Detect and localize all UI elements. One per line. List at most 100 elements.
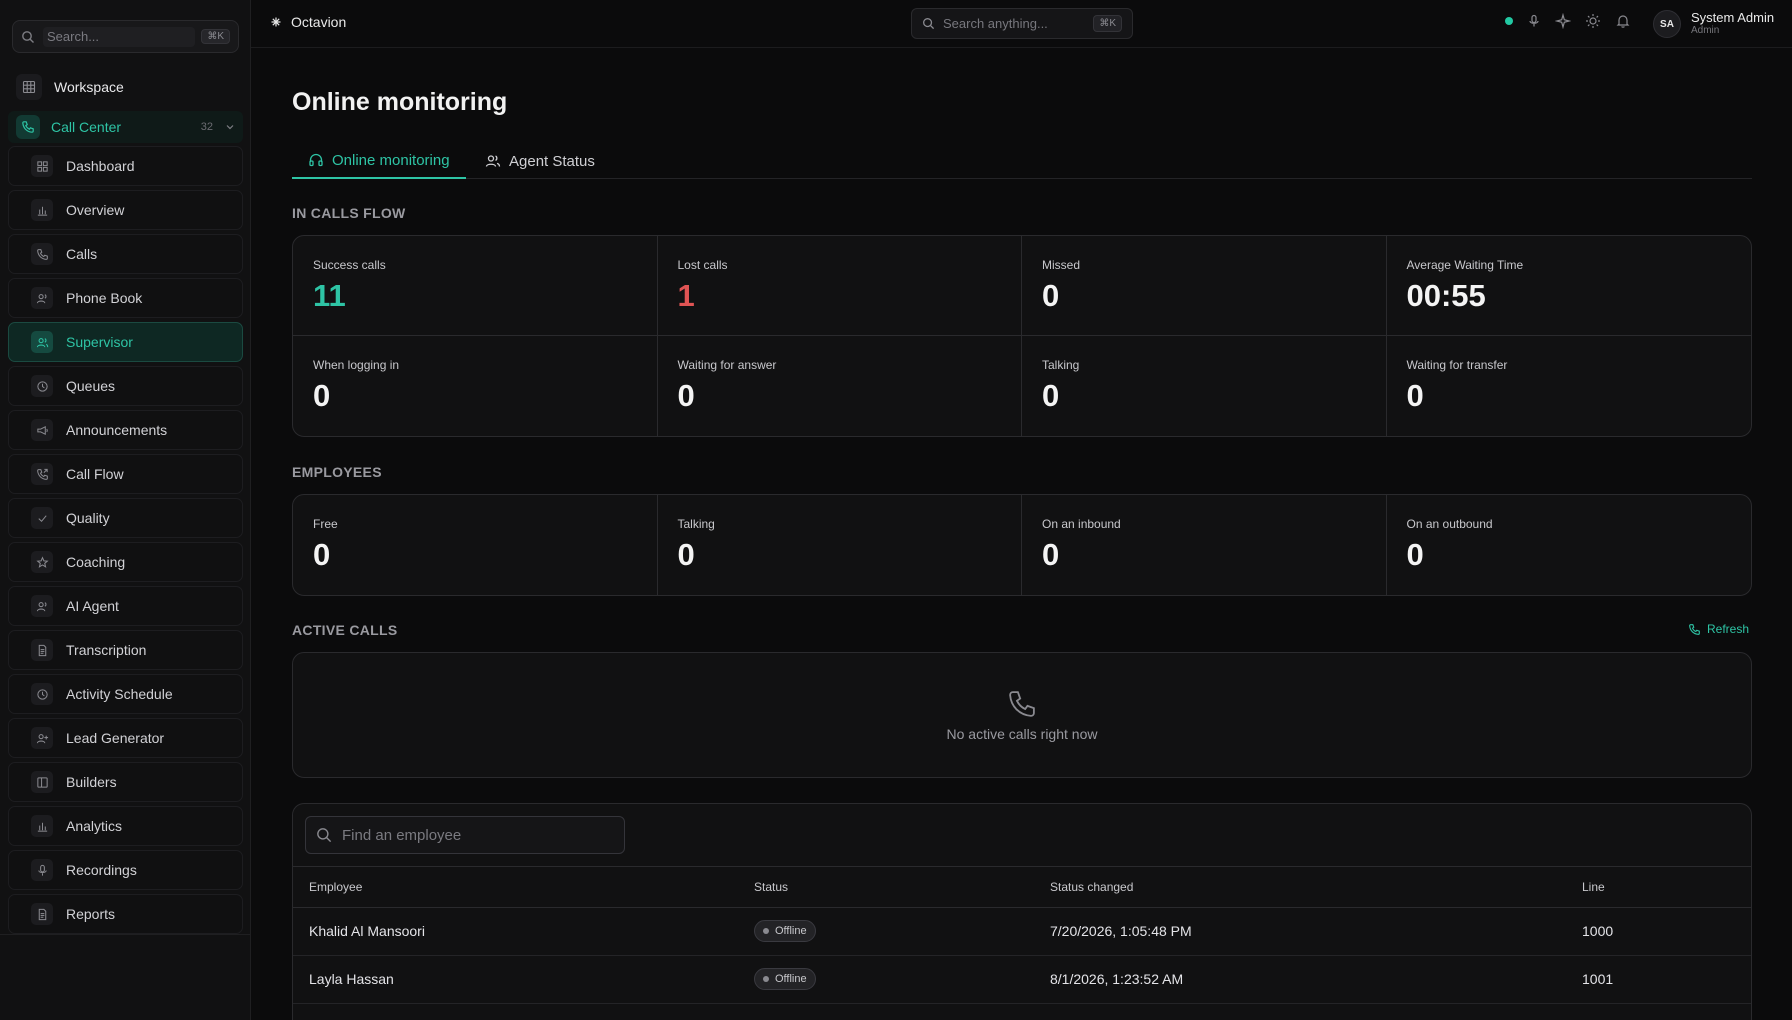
sidebar-item-coaching[interactable]: Coaching bbox=[8, 542, 243, 582]
tab-agent-status[interactable]: Agent Status bbox=[469, 143, 611, 179]
tab-online-monitoring[interactable]: Online monitoring bbox=[292, 143, 466, 179]
metric-value: 00:55 bbox=[1406, 278, 1486, 313]
sidebar-item-label: Reports bbox=[66, 906, 116, 922]
bell-icon[interactable] bbox=[1615, 13, 1631, 29]
line-number: 1000 bbox=[1582, 923, 1614, 939]
sidebar-item-label: Announcements bbox=[66, 422, 168, 438]
call-center-label: Call Center bbox=[51, 119, 122, 135]
sidebar-item-dashboard[interactable]: Dashboard bbox=[8, 146, 243, 186]
sidebar-item-label: Dashboard bbox=[66, 158, 135, 174]
metric-value: 0 bbox=[1406, 378, 1424, 413]
column-header-status-changed[interactable]: Status changed bbox=[1050, 880, 1133, 894]
user-menu[interactable]: SA System Admin Admin bbox=[1653, 10, 1774, 38]
sidebar-workspace[interactable]: Workspace bbox=[16, 74, 124, 100]
column-header-status[interactable]: Status bbox=[754, 880, 788, 894]
sidebar-item-calls[interactable]: Calls bbox=[8, 234, 243, 274]
sidebar-item-transcription[interactable]: Transcription bbox=[8, 630, 243, 670]
tab-bar: Online monitoring Agent Status bbox=[292, 143, 1752, 179]
metric-value: 0 bbox=[313, 537, 331, 572]
metric-talking: Talking 0 bbox=[1022, 336, 1387, 436]
employee-name[interactable]: Layla Hassan bbox=[309, 971, 394, 987]
status-label: Offline bbox=[775, 973, 807, 985]
sidebar-item-quality[interactable]: Quality bbox=[8, 498, 243, 538]
sidebar-item-label: Coaching bbox=[66, 554, 126, 570]
status-dot-icon bbox=[763, 976, 769, 982]
tab-online-monitoring-label: Online monitoring bbox=[332, 151, 450, 169]
metric-value: 0 bbox=[677, 378, 695, 413]
megaphone-icon bbox=[31, 419, 53, 441]
in-calls-flow-heading: IN CALLS FLOW bbox=[292, 205, 406, 221]
metric-label: Success calls bbox=[313, 258, 386, 272]
sidebar-item-ai-agent[interactable]: AI Agent bbox=[8, 586, 243, 626]
topbar-icons bbox=[1505, 13, 1631, 29]
global-search-input[interactable]: Search anything... bbox=[943, 16, 1093, 31]
chevron-down-icon[interactable] bbox=[225, 122, 235, 132]
headset-icon bbox=[308, 152, 324, 168]
phone-icon bbox=[16, 115, 40, 139]
sidebar-item-recordings[interactable]: Recordings bbox=[8, 850, 243, 890]
metric-label: Lost calls bbox=[677, 258, 728, 272]
call-center-count: 32 bbox=[200, 121, 213, 133]
sidebar-call-center[interactable]: Call Center 32 bbox=[8, 111, 243, 143]
sidebar-search[interactable]: Search... ⌘K bbox=[12, 20, 239, 53]
sidebar-item-analytics[interactable]: Analytics bbox=[8, 806, 243, 846]
metric-value: 0 bbox=[1042, 278, 1060, 313]
main-area: Octavion Search anything... ⌘K SA System… bbox=[251, 0, 1792, 1020]
metric-label: Talking bbox=[677, 517, 715, 531]
table-row[interactable]: Layla Hassan Offline 8/1/2026, 1:23:52 AM 1… bbox=[293, 956, 1751, 1004]
sidebar-item-reports[interactable]: Reports bbox=[8, 894, 243, 934]
active-calls-heading: ACTIVE CALLS bbox=[292, 622, 398, 638]
search-icon bbox=[922, 17, 935, 30]
refresh-label: Refresh bbox=[1707, 622, 1750, 636]
sidebar-item-overview[interactable]: Overview bbox=[8, 190, 243, 230]
sidebar-item-builders[interactable]: Builders bbox=[8, 762, 243, 802]
sidebar-item-announcements[interactable]: Announcements bbox=[8, 410, 243, 450]
clock-icon bbox=[31, 375, 53, 397]
sidebar-item-label: Overview bbox=[66, 202, 125, 218]
grid-icon bbox=[16, 74, 42, 100]
global-search[interactable]: Search anything... ⌘K bbox=[911, 8, 1133, 39]
phone-icon bbox=[31, 243, 53, 265]
mic-icon[interactable] bbox=[1527, 14, 1541, 28]
sidebar-item-label: Activity Schedule bbox=[66, 686, 173, 702]
brand[interactable]: Octavion bbox=[271, 14, 346, 30]
sidebar-item-queues[interactable]: Queues bbox=[8, 366, 243, 406]
metric-value: 0 bbox=[1406, 537, 1424, 572]
sidebar-item-call-flow[interactable]: Call Flow bbox=[8, 454, 243, 494]
online-status-icon bbox=[1505, 17, 1513, 25]
metric-value: 0 bbox=[313, 378, 331, 413]
clock-icon bbox=[31, 683, 53, 705]
status-changed: 7/20/2026, 1:05:48 PM bbox=[1050, 923, 1192, 939]
tab-agent-status-label: Agent Status bbox=[509, 152, 595, 170]
column-header-employee[interactable]: Employee bbox=[309, 880, 362, 894]
sidebar: Search... ⌘K Workspace Call Center 32 Da… bbox=[0, 0, 251, 1020]
app-root: Search... ⌘K Workspace Call Center 32 Da… bbox=[0, 0, 1792, 1020]
employee-search-input[interactable]: Find an employee bbox=[342, 827, 461, 844]
sidebar-search-input[interactable]: Search... bbox=[43, 26, 196, 47]
column-header-line[interactable]: Line bbox=[1582, 880, 1605, 894]
employee-name[interactable]: Khalid Al Mansoori bbox=[309, 923, 425, 939]
refresh-button[interactable]: Refresh bbox=[1688, 622, 1749, 636]
table-header: Employee Status Status changed Line bbox=[293, 866, 1751, 908]
avatar[interactable]: SA bbox=[1653, 10, 1681, 38]
sidebar-item-phone-book[interactable]: Phone Book bbox=[8, 278, 243, 318]
sidebar-item-lead-generator[interactable]: Lead Generator bbox=[8, 718, 243, 758]
metric-missed: Missed 0 bbox=[1022, 236, 1387, 336]
active-calls-panel: No active calls right now bbox=[292, 652, 1752, 778]
sun-icon[interactable] bbox=[1585, 13, 1601, 29]
metric-label: Missed bbox=[1042, 258, 1081, 272]
table-row[interactable]: Khalid Al Mansoori Offline 7/20/2026, 1:05… bbox=[293, 908, 1751, 956]
metric-label: Free bbox=[313, 517, 338, 531]
employee-search[interactable]: Find an employee bbox=[305, 816, 625, 854]
sidebar-item-label: Calls bbox=[66, 246, 98, 262]
ai-sparkle-icon[interactable] bbox=[1555, 13, 1571, 29]
metric-value: 0 bbox=[677, 537, 695, 572]
metric-on-an-inbound: On an inbound 0 bbox=[1022, 495, 1387, 595]
sidebar-item-activity-schedule[interactable]: Activity Schedule bbox=[8, 674, 243, 714]
sidebar-item-label: AI Agent bbox=[66, 598, 119, 614]
metric-waiting-for-answer: Waiting for answer 0 bbox=[658, 336, 1022, 436]
sidebar-item-label: Builders bbox=[66, 774, 117, 790]
metric-success-calls: Success calls 11 bbox=[293, 236, 658, 336]
sidebar-item-supervisor[interactable]: Supervisor bbox=[8, 322, 243, 362]
metric-label: On an outbound bbox=[1406, 517, 1493, 531]
